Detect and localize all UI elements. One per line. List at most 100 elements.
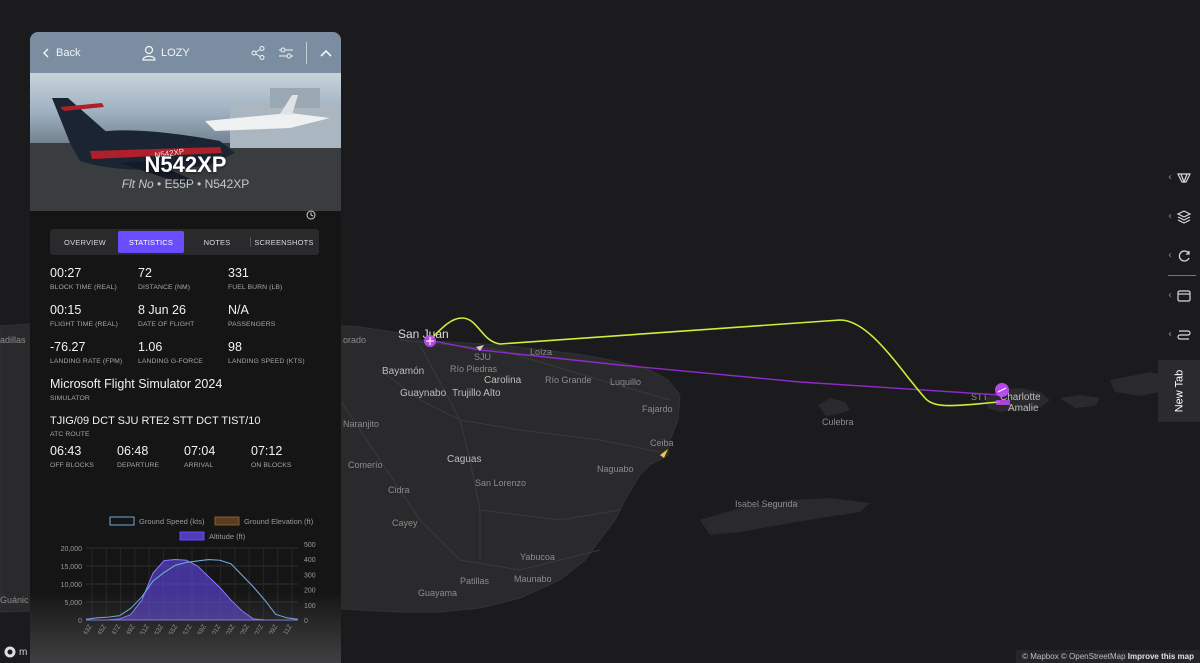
chevron-left-icon	[43, 48, 49, 57]
stat-label: ATC ROUTE	[50, 431, 90, 438]
stat-value: 72	[138, 266, 152, 280]
chevron-left-icon: ‹	[1168, 290, 1172, 301]
stat-value: 331	[228, 266, 249, 280]
user-name: LOZY	[161, 46, 190, 59]
y-right-tick-label: 300	[304, 572, 316, 579]
window-button[interactable]: ‹	[1158, 276, 1200, 315]
legend-label: Altitude (ft)	[209, 532, 246, 541]
aircraft-type: E55P	[164, 177, 194, 191]
header-actions	[250, 32, 333, 73]
aircraft-reg-secondary: N542XP	[204, 177, 250, 191]
panel-tabs: OVERVIEW STATISTICS NOTES SCREENSHOTS	[50, 229, 319, 255]
stat-value: -76.27	[50, 340, 86, 354]
stat-label: BLOCK TIME (REAL)	[50, 284, 117, 291]
map-label: Amalie	[1008, 403, 1039, 414]
stat-value: 07:12	[251, 444, 283, 458]
y-left-tick-label: 20,000	[61, 546, 83, 553]
user-link[interactable]: LOZY	[142, 32, 190, 73]
stat-label: LANDING RATE (FPM)	[50, 358, 123, 365]
tab-statistics[interactable]: STATISTICS	[118, 231, 184, 253]
stat-label: FUEL BURN (LB)	[228, 284, 283, 291]
stat-value: N/A	[228, 303, 249, 317]
map-label: Río Grande	[545, 375, 592, 385]
map-label: Fajardo	[642, 404, 673, 414]
map-label: San Lorenzo	[475, 478, 526, 488]
aircraft-photo: N542XP N542XP Flt No • E55P • N542XP	[30, 73, 341, 211]
weather-layer-button[interactable]: ‹	[1158, 158, 1200, 197]
mapbox-icon	[4, 646, 16, 658]
stat-value: 00:15	[50, 303, 82, 317]
stat-label: ON BLOCKS	[251, 462, 292, 469]
stat-block-time: 00:27 BLOCK TIME (REAL)	[50, 266, 117, 291]
clock-icon[interactable]	[306, 210, 316, 220]
stat-atc-route: TJIG/09 DCT SJU RTE2 STT DCT TIST/10 ATC…	[50, 415, 260, 438]
chart-legend: Ground Speed (kts) Ground Elevation (ft) A…	[109, 516, 314, 541]
y-left-tick-label: 10,000	[61, 582, 83, 589]
legend-label: Ground Elevation (ft)	[244, 517, 314, 526]
route-icon	[1177, 329, 1191, 340]
back-button[interactable]: Back	[42, 47, 80, 59]
map-label: Yabucoa	[520, 552, 555, 562]
mapbox-logo-text: m	[19, 646, 28, 658]
chevron-left-icon: ‹	[1168, 329, 1172, 340]
stat-value: 1.06	[138, 340, 163, 354]
share-icon[interactable]	[250, 45, 266, 61]
header-divider	[306, 41, 307, 64]
stat-label: ARRIVAL	[184, 462, 214, 469]
map-label: Cidra	[388, 485, 410, 495]
tab-screenshots[interactable]: SCREENSHOTS	[251, 231, 317, 253]
tab-notes[interactable]: NOTES	[184, 231, 250, 253]
stat-value: TJIG/09 DCT SJU RTE2 STT DCT TIST/10	[50, 415, 261, 427]
map-label: Cayey	[392, 518, 418, 528]
chevron-up-icon[interactable]	[319, 48, 333, 58]
map-label: Guánic	[0, 595, 29, 605]
stat-label: PASSENGERS	[228, 321, 276, 328]
map-label: SJU	[474, 352, 491, 362]
stat-date: 8 Jun 26 DATE OF FLIGHT	[138, 303, 194, 328]
map-label: Naguabo	[597, 464, 634, 474]
chevron-left-icon: ‹	[1168, 211, 1172, 222]
map-label: Trujillo Alto	[452, 388, 501, 399]
stat-distance: 72 DISTANCE (NM)	[138, 266, 190, 291]
stat-label: DATE OF FLIGHT	[138, 321, 195, 328]
map-label: Guayama	[418, 588, 457, 598]
user-icon	[142, 45, 156, 61]
map-label: adillas	[0, 335, 26, 345]
map-label: Patillas	[460, 576, 490, 586]
stat-value: Microsoft Flight Simulator 2024	[50, 377, 223, 391]
map-label: Río Piedras	[450, 364, 498, 374]
refresh-button[interactable]: ‹	[1158, 236, 1200, 275]
new-tab-button[interactable]: New Tab	[1158, 360, 1200, 422]
panel-header: Back LOZY	[30, 32, 341, 73]
stat-simulator: Microsoft Flight Simulator 2024 SIMULATO…	[50, 377, 222, 402]
y-left-tick-label: 15,000	[61, 564, 83, 571]
stat-landing-g: 1.06 LANDING G-FORCE	[138, 340, 203, 365]
map-label: orado	[343, 335, 366, 345]
flight-no-label: Flt No	[121, 177, 154, 191]
departure-airport-marker[interactable]	[424, 335, 436, 347]
stat-landing-rate: -76.27 LANDING RATE (FPM)	[50, 340, 122, 365]
y-right-tick-label: 400	[304, 557, 316, 564]
stat-passengers: N/A PASSENGERS	[228, 303, 275, 328]
mapbox-logo[interactable]: m	[4, 646, 27, 658]
legend-swatch	[109, 516, 135, 526]
filter-sliders-icon[interactable]	[278, 45, 294, 61]
map-label: Bayamón	[382, 366, 424, 377]
stat-label: OFF BLOCKS	[50, 462, 95, 469]
map-label: Isabel Segunda	[735, 499, 798, 509]
stat-value: 98	[228, 340, 242, 354]
osm-credit[interactable]: © OpenStreetMap	[1061, 652, 1126, 661]
chevron-left-icon: ‹	[1168, 172, 1172, 183]
map-toolbar: ‹ ‹ ‹ ‹ ‹	[1158, 158, 1200, 354]
legend-swatch	[214, 516, 240, 526]
stat-departure: 06:48 DEPARTURE	[117, 444, 159, 469]
layers-button[interactable]: ‹	[1158, 197, 1200, 236]
stat-label: LANDING SPEED (KTS)	[228, 358, 305, 365]
aircraft-registration: N542XP	[144, 152, 227, 177]
map-label: Culebra	[822, 417, 854, 427]
improve-map-link[interactable]: Improve this map	[1128, 652, 1194, 661]
tab-overview[interactable]: OVERVIEW	[52, 231, 118, 253]
route-button[interactable]: ‹	[1158, 315, 1200, 354]
mapbox-credit[interactable]: © Mapbox	[1022, 652, 1059, 661]
new-tab-label: New Tab	[1173, 369, 1186, 413]
